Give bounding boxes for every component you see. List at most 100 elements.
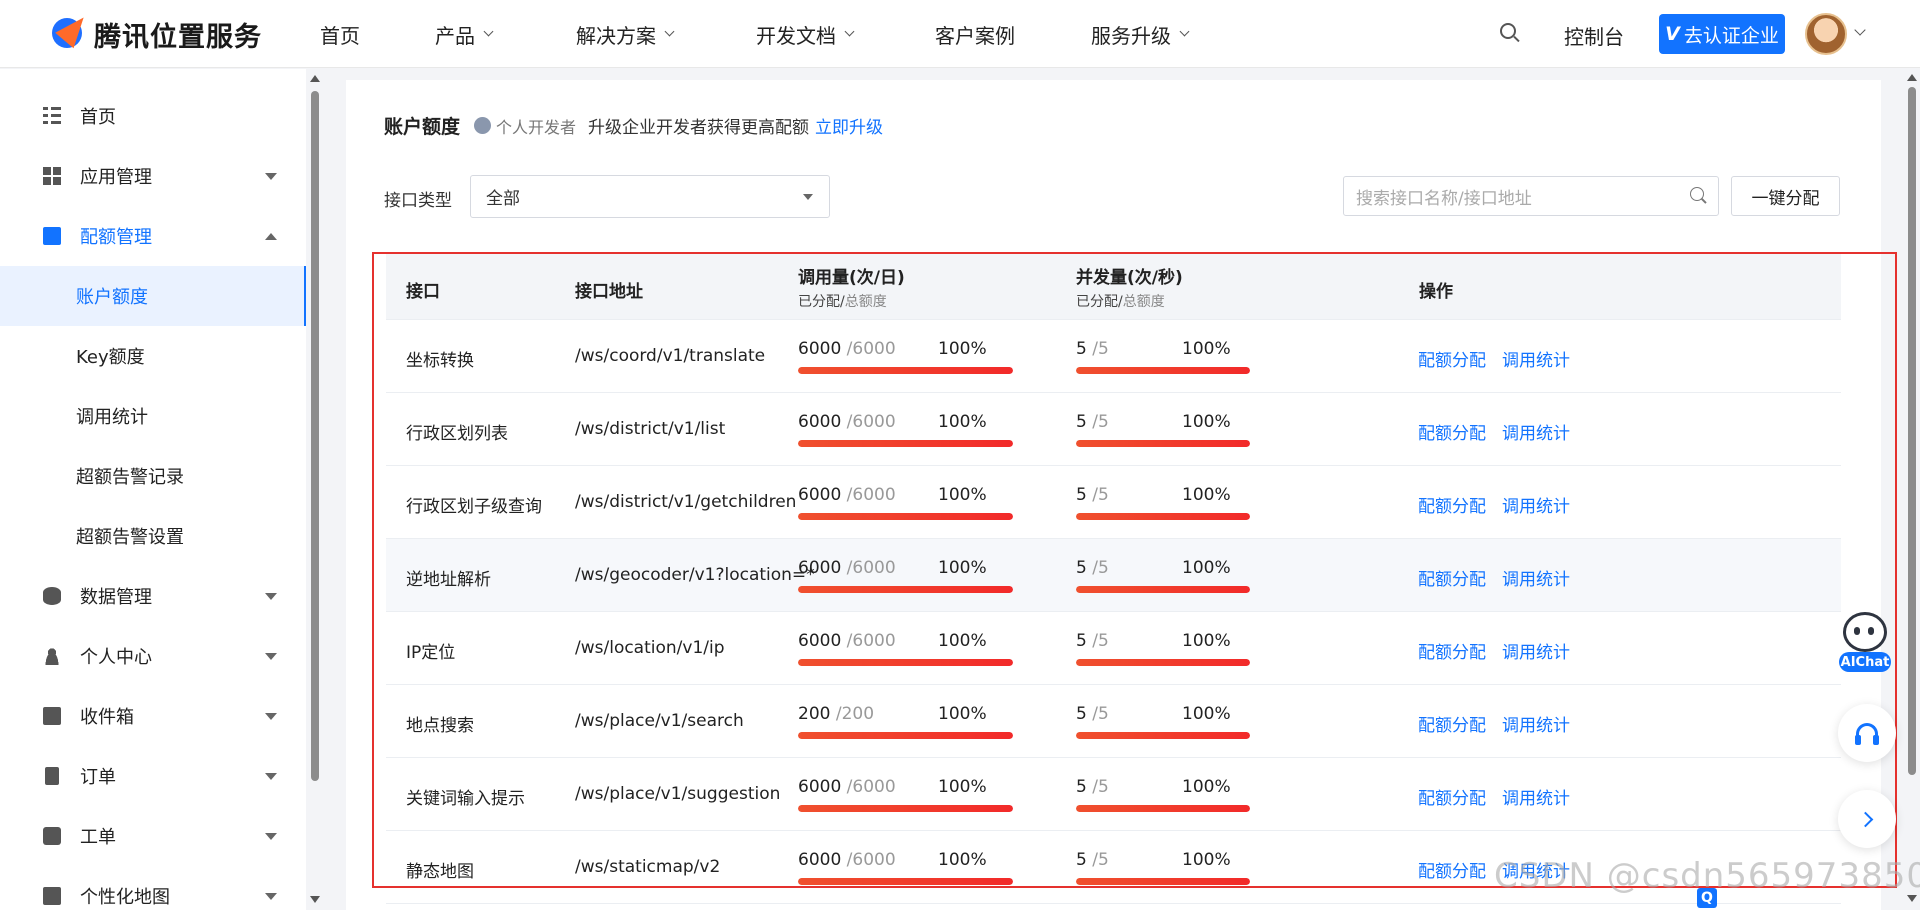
- upgrade-link[interactable]: 立即升级: [815, 113, 883, 138]
- database-icon: [43, 587, 61, 605]
- scroll-down-icon[interactable]: [310, 896, 320, 903]
- scroll-up-icon[interactable]: [1907, 74, 1917, 81]
- sidebar-item-alert-settings[interactable]: 超额告警设置: [0, 506, 306, 566]
- table-row: 行政区划列表/ws/district/v1/list 6000 /6000 100%…: [386, 393, 1841, 466]
- person-icon: [474, 117, 492, 134]
- table-row: IP定位/ws/location/v1/ip 6000 /6000 100% 5 /5…: [386, 612, 1841, 685]
- sidebar-item-call-stats[interactable]: 调用统计: [0, 386, 306, 446]
- caret-down-icon: [265, 712, 277, 720]
- verify-enterprise-button[interactable]: V 去认证企业: [1659, 14, 1785, 54]
- quota-chart-icon: [43, 227, 61, 245]
- sidebar-item-inbox[interactable]: 收件箱: [0, 686, 306, 746]
- sidebar-item-custom-map[interactable]: 个性化地图: [0, 866, 306, 910]
- daily-progress-bar: [798, 586, 1013, 593]
- scroll-down-icon[interactable]: [1907, 895, 1917, 902]
- mail-icon: [43, 707, 61, 725]
- qps-progress-fill: [1076, 805, 1250, 812]
- call-stats-link[interactable]: 调用统计: [1502, 784, 1570, 809]
- table-row: 坐标转换/ws/coord/v1/translate 6000 /6000 100%…: [386, 320, 1841, 393]
- qps-progress-bar: [1076, 513, 1250, 520]
- api-name: 地点搜索: [406, 716, 474, 736]
- qps-percent: 100%: [1182, 485, 1231, 505]
- daily-percent: 100%: [938, 485, 987, 505]
- sidebar-scrollbar[interactable]: [310, 69, 320, 910]
- sidebar-item-tickets[interactable]: 工单: [0, 806, 306, 866]
- search-icon[interactable]: [1500, 23, 1520, 43]
- col-daily: 调用量(次/日): [798, 268, 905, 288]
- call-stats-link[interactable]: 调用统计: [1502, 346, 1570, 371]
- sidebar-item-account-quota[interactable]: 账户额度: [0, 266, 306, 326]
- avatar[interactable]: [1805, 13, 1847, 55]
- console-link[interactable]: 控制台: [1564, 21, 1624, 50]
- qps-usage: 5 /5: [1076, 777, 1109, 797]
- daily-usage: 6000 /6000: [798, 485, 896, 505]
- daily-progress-fill: [798, 586, 1013, 593]
- scroll-up-icon[interactable]: [310, 75, 320, 82]
- nav-home[interactable]: 首页: [320, 20, 360, 49]
- daily-progress-fill: [798, 367, 1013, 374]
- api-type-select[interactable]: 全部: [470, 175, 830, 218]
- daily-usage: 6000 /6000: [798, 631, 896, 651]
- qps-progress-bar: [1076, 367, 1250, 374]
- sidebar-item-apps[interactable]: 应用管理: [0, 146, 306, 206]
- sidebar-item-key-quota[interactable]: Key额度: [0, 326, 306, 386]
- search-icon[interactable]: [1690, 187, 1708, 205]
- search-input[interactable]: 搜索接口名称/接口地址: [1343, 176, 1719, 216]
- top-nav: 腾讯位置服务 首页 产品 解决方案 开发文档 客户案例 服务升级 控制台 V 去…: [0, 0, 1920, 68]
- nav-cases[interactable]: 客户案例: [935, 20, 1015, 49]
- quota-allocate-link[interactable]: 配额分配: [1418, 784, 1486, 809]
- chevron-down-icon: [1179, 26, 1190, 37]
- daily-progress-fill: [798, 513, 1013, 520]
- nav-products[interactable]: 产品: [435, 20, 494, 49]
- caret-down-icon: [803, 194, 813, 200]
- scroll-thumb[interactable]: [1908, 87, 1916, 775]
- call-stats-link[interactable]: 调用统计: [1502, 492, 1570, 517]
- aichat-button[interactable]: AIChat: [1837, 612, 1893, 676]
- customer-service-button[interactable]: [1838, 704, 1896, 762]
- call-stats-link[interactable]: 调用统计: [1502, 419, 1570, 444]
- col-qps-sub: 已分配/总额度: [1076, 294, 1165, 310]
- quota-allocate-link[interactable]: 配额分配: [1418, 565, 1486, 590]
- quota-allocate-link[interactable]: 配额分配: [1418, 419, 1486, 444]
- main-card: 账户额度 个人开发者 升级企业开发者获得更高配额 立即升级 接口类型 全部 搜索…: [346, 80, 1881, 910]
- brand-logo[interactable]: 腾讯位置服务: [48, 9, 262, 54]
- quota-allocate-link[interactable]: 配额分配: [1418, 711, 1486, 736]
- daily-progress-fill: [798, 878, 1013, 885]
- sidebar-item-alert-records[interactable]: 超额告警记录: [0, 446, 306, 506]
- quota-allocate-link[interactable]: 配额分配: [1418, 638, 1486, 663]
- nav-solutions[interactable]: 解决方案: [576, 20, 675, 49]
- verify-v-icon: V: [1665, 23, 1680, 45]
- caret-down-icon: [265, 172, 277, 180]
- sidebar-item-orders[interactable]: 订单: [0, 746, 306, 806]
- quota-allocate-link[interactable]: 配额分配: [1418, 492, 1486, 517]
- sidebar-item-data[interactable]: 数据管理: [0, 566, 306, 626]
- nav-docs[interactable]: 开发文档: [756, 20, 855, 49]
- daily-progress-bar: [798, 659, 1013, 666]
- caret-down-icon: [265, 772, 277, 780]
- col-daily-sub: 已分配/总额度: [798, 294, 887, 310]
- call-stats-link[interactable]: 调用统计: [1502, 565, 1570, 590]
- grid-icon: [43, 167, 61, 185]
- sidebar-item-personal[interactable]: 个人中心: [0, 626, 306, 686]
- developer-tag: 个人开发者: [474, 114, 576, 138]
- scroll-thumb[interactable]: [311, 91, 319, 781]
- one-click-allocate-button[interactable]: 一键分配: [1731, 176, 1840, 216]
- page-scrollbar[interactable]: [1905, 69, 1919, 910]
- sidebar-item-quota[interactable]: 配额管理: [0, 206, 306, 266]
- qps-progress-fill: [1076, 513, 1250, 520]
- quota-allocate-link[interactable]: 配额分配: [1418, 857, 1486, 882]
- call-stats-link[interactable]: 调用统计: [1502, 638, 1570, 663]
- qps-percent: 100%: [1182, 558, 1231, 578]
- quota-allocate-link[interactable]: 配额分配: [1418, 346, 1486, 371]
- table-row: 行政区划子级查询/ws/district/v1/getchildren 6000 …: [386, 466, 1841, 539]
- nav-upgrade[interactable]: 服务升级: [1091, 20, 1190, 49]
- expand-panel-button[interactable]: [1838, 790, 1896, 848]
- chevron-down-icon[interactable]: [1854, 24, 1866, 36]
- daily-percent: 100%: [938, 558, 987, 578]
- qps-progress-bar: [1076, 878, 1250, 885]
- aichat-label: AIChat: [1839, 652, 1891, 672]
- api-address: /ws/staticmap/v2: [575, 857, 721, 877]
- sidebar-item-home[interactable]: 首页: [0, 86, 306, 146]
- call-stats-link[interactable]: 调用统计: [1502, 711, 1570, 736]
- caret-up-icon: [265, 232, 277, 240]
